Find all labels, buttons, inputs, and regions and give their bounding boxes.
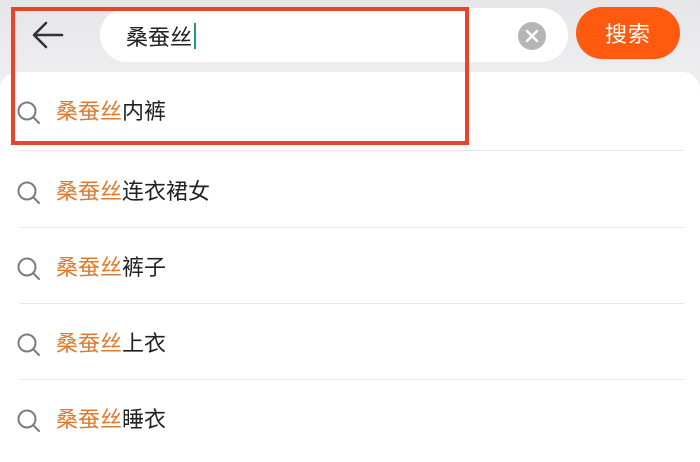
annotation-highlight-box bbox=[11, 7, 469, 145]
search-icon bbox=[17, 409, 40, 432]
suggestion-label: 桑蚕丝裤子 bbox=[56, 255, 166, 283]
suggestion-keyword: 桑蚕丝 bbox=[56, 256, 123, 281]
suggestion-item[interactable]: 桑蚕丝裤子 bbox=[0, 228, 700, 304]
clear-button[interactable] bbox=[518, 22, 546, 50]
suggestion-label: 桑蚕丝睡衣 bbox=[56, 407, 166, 435]
search-icon bbox=[17, 333, 40, 356]
suggestion-label: 桑蚕丝上衣 bbox=[56, 331, 166, 359]
search-button[interactable]: 搜索 bbox=[576, 7, 680, 59]
suggestion-keyword: 桑蚕丝 bbox=[56, 180, 123, 205]
clear-icon bbox=[525, 29, 539, 43]
divider bbox=[20, 150, 684, 151]
search-icon bbox=[17, 181, 40, 204]
suggestion-label: 桑蚕丝连衣裙女 bbox=[56, 179, 210, 207]
suggestion-keyword: 桑蚕丝 bbox=[56, 332, 123, 357]
suggestion-item[interactable]: 桑蚕丝连衣裙女 bbox=[0, 152, 700, 228]
suggestion-rest: 连衣裙女 bbox=[122, 180, 211, 205]
suggestion-item[interactable]: 桑蚕丝睡衣 bbox=[0, 380, 700, 456]
suggestion-keyword: 桑蚕丝 bbox=[56, 408, 123, 433]
suggestion-item[interactable]: 桑蚕丝上衣 bbox=[0, 304, 700, 380]
search-button-label: 搜索 bbox=[604, 23, 651, 48]
suggestion-rest: 睡衣 bbox=[122, 408, 167, 433]
suggestion-rest: 裤子 bbox=[122, 256, 167, 281]
suggestion-rest: 上衣 bbox=[122, 332, 167, 357]
search-icon bbox=[17, 257, 40, 280]
